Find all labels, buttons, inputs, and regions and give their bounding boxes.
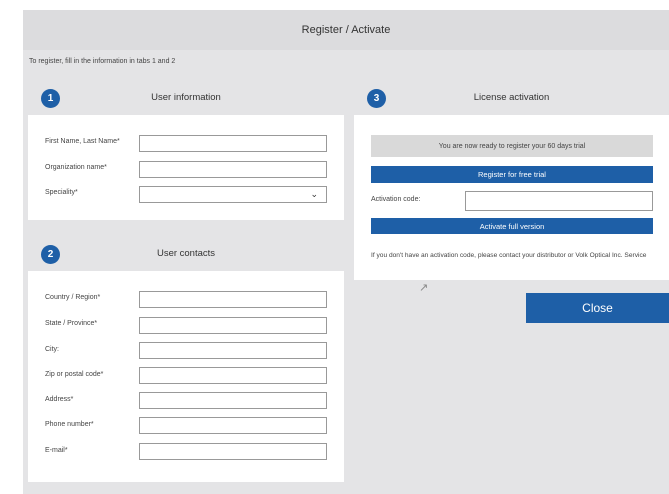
license-activation-panel: 3 License activation You are now ready t… <box>354 80 669 280</box>
zip-label: Zip or postal code* <box>45 371 104 378</box>
activation-help-note: If you don't have an activation code, pl… <box>371 252 647 259</box>
activate-full-version-button[interactable]: Activate full version <box>371 218 653 234</box>
name-label: First Name, Last Name* <box>45 138 120 145</box>
speciality-select[interactable]: ⌄ <box>139 186 327 203</box>
user-information-panel: 1 User information First Name, Last Name… <box>28 80 344 220</box>
name-input[interactable] <box>139 135 327 152</box>
activation-code-input[interactable] <box>465 191 653 211</box>
email-label: E-mail* <box>45 447 68 454</box>
address-label: Address* <box>45 396 74 403</box>
address-input[interactable] <box>139 392 327 409</box>
user-information-header: 1 User information <box>28 80 344 115</box>
instructions-text: To register, fill in the information in … <box>29 58 176 65</box>
zip-input[interactable] <box>139 367 327 384</box>
state-input[interactable] <box>139 317 327 334</box>
country-label: Country / Region* <box>45 294 101 301</box>
state-label: State / Province* <box>45 320 98 327</box>
phone-label: Phone number* <box>45 421 94 428</box>
user-contacts-panel: 2 User contacts Country / Region* State … <box>28 236 344 482</box>
close-button[interactable]: Close <box>526 293 669 323</box>
activation-code-label: Activation code: <box>371 196 421 203</box>
mouse-cursor-icon: ↗ <box>419 282 429 294</box>
chevron-down-icon: ⌄ <box>310 189 318 199</box>
organization-label: Organization name* <box>45 164 107 171</box>
email-input[interactable] <box>139 443 327 460</box>
license-activation-header: 3 License activation <box>354 80 669 115</box>
city-label: City: <box>45 346 59 353</box>
user-contacts-title: User contacts <box>156 248 216 259</box>
register-trial-button[interactable]: Register for free trial <box>371 166 653 183</box>
user-information-title: User information <box>151 92 221 103</box>
phone-input[interactable] <box>139 417 327 434</box>
dialog-title: Register / Activate <box>23 10 669 50</box>
organization-input[interactable] <box>139 161 327 178</box>
user-contacts-header: 2 User contacts <box>28 236 344 271</box>
speciality-label: Speciality* <box>45 189 78 196</box>
trial-status-text: You are now ready to register your 60 da… <box>371 135 653 157</box>
city-input[interactable] <box>139 342 327 359</box>
license-activation-title: License activation <box>473 92 550 103</box>
country-input[interactable] <box>139 291 327 308</box>
